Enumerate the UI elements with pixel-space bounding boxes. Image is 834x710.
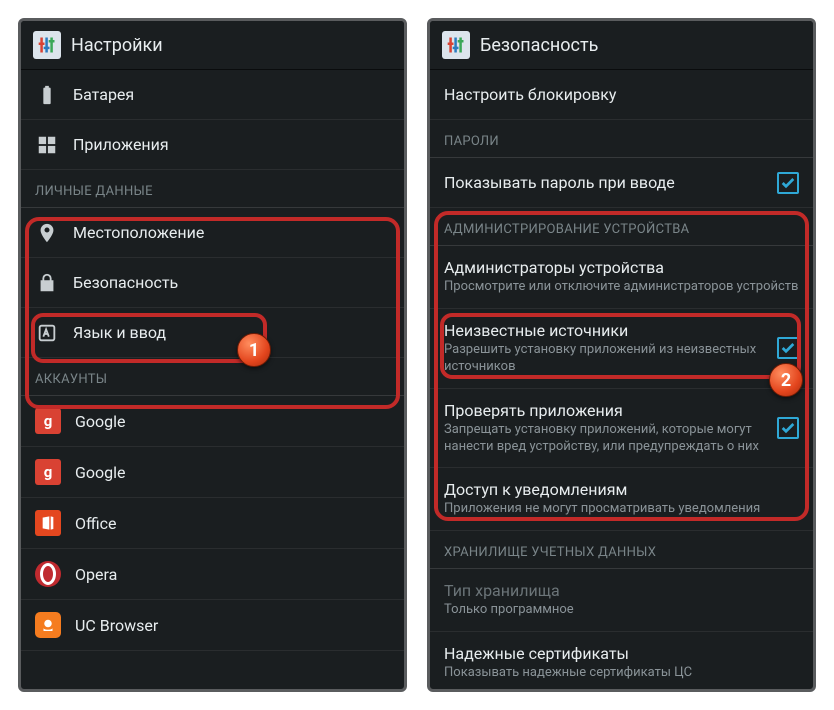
row-security[interactable]: Безопасность (21, 258, 404, 308)
row-label: Google (75, 463, 390, 482)
google-icon: g (35, 459, 61, 485)
row-label: Google (75, 412, 390, 431)
header-title: Безопасность (480, 35, 598, 56)
opera-icon (35, 561, 61, 587)
row-google-1[interactable]: g Google (21, 396, 404, 447)
section-cred-storage: ХРАНИЛИЩЕ УЧЕТНЫХ ДАННЫХ (430, 531, 813, 569)
row-opera[interactable]: Opera (21, 549, 404, 600)
row-label: Настроить блокировку (444, 85, 799, 104)
row-label: Opera (75, 565, 390, 584)
location-icon (35, 221, 59, 245)
row-unknown-sources[interactable]: Неизвестные источники Разрешить установк… (430, 309, 813, 389)
row-label: Местоположение (73, 223, 390, 242)
row-sublabel: Только программное (444, 602, 799, 619)
row-notification-access[interactable]: Доступ к уведомлениям Приложения не могу… (430, 468, 813, 531)
header-title: Настройки (71, 35, 163, 56)
row-label: Показывать пароль при вводе (444, 173, 763, 192)
row-office[interactable]: Office (21, 498, 404, 549)
row-sublabel: Приложения не могут просматривать уведом… (444, 501, 799, 518)
row-sublabel: Запрещать установку приложений, которые … (444, 422, 763, 456)
row-sublabel: Разрешить установку приложений из неизве… (444, 342, 763, 376)
section-personal: ЛИЧНЫЕ ДАННЫЕ (21, 170, 404, 208)
section-accounts: АККАУНТЫ (21, 358, 404, 396)
section-admin: АДМИНИСТРИРОВАНИЕ УСТРОЙСТВА (430, 208, 813, 246)
google-icon: g (35, 408, 61, 434)
checkbox-verify-apps[interactable] (777, 417, 799, 439)
settings-screen: Настройки Батарея Приложения ЛИЧНЫЕ ДАНН… (18, 18, 407, 692)
row-label: Администраторы устройства (444, 258, 799, 277)
row-trusted-certs[interactable]: Надежные сертификаты Показывать надежные… (430, 632, 813, 689)
row-label: Проверять приложения (444, 401, 763, 420)
row-apps[interactable]: Приложения (21, 120, 404, 170)
row-label: Язык и ввод (73, 323, 390, 342)
settings-app-icon (442, 31, 470, 59)
row-sublabel: Показывать надежные сертификаты ЦС (444, 665, 799, 682)
language-icon (35, 321, 59, 345)
row-storage-type: Тип хранилища Только программное (430, 569, 813, 632)
row-label: Доступ к уведомлениям (444, 480, 799, 499)
battery-icon (35, 83, 59, 107)
row-battery[interactable]: Батарея (21, 70, 404, 120)
row-sublabel: Просмотрите или отключите администраторо… (444, 279, 799, 296)
row-label: Неизвестные источники (444, 321, 763, 340)
apps-icon (35, 133, 59, 157)
row-google-2[interactable]: g Google (21, 447, 404, 498)
uc-browser-icon (35, 612, 61, 638)
row-label: Батарея (73, 85, 390, 104)
row-uc[interactable]: UC Browser (21, 600, 404, 651)
row-label: UC Browser (75, 616, 390, 635)
row-label: Надежные сертификаты (444, 644, 799, 663)
settings-app-icon (33, 31, 61, 59)
checkbox-show-password[interactable] (777, 172, 799, 194)
row-location[interactable]: Местоположение (21, 208, 404, 258)
section-passwords: ПАРОЛИ (430, 120, 813, 158)
row-configure-lock[interactable]: Настроить блокировку (430, 70, 813, 120)
row-label: Безопасность (73, 273, 390, 292)
header-settings: Настройки (21, 21, 404, 70)
lock-icon (35, 271, 59, 295)
checkbox-unknown-sources[interactable] (777, 337, 799, 359)
row-label: Тип хранилища (444, 581, 799, 600)
header-security: Безопасность (430, 21, 813, 70)
row-device-admins[interactable]: Администраторы устройства Просмотрите ил… (430, 246, 813, 309)
row-label: Приложения (73, 135, 390, 154)
row-show-password[interactable]: Показывать пароль при вводе (430, 158, 813, 208)
row-label: Office (75, 514, 390, 533)
office-icon (35, 510, 61, 536)
callout-badge-2: 2 (769, 363, 803, 397)
row-language[interactable]: Язык и ввод (21, 308, 404, 358)
row-verify-apps[interactable]: Проверять приложения Запрещать установку… (430, 389, 813, 469)
callout-badge-1: 1 (237, 333, 271, 367)
security-screen: Безопасность Настроить блокировку ПАРОЛИ… (427, 18, 816, 692)
